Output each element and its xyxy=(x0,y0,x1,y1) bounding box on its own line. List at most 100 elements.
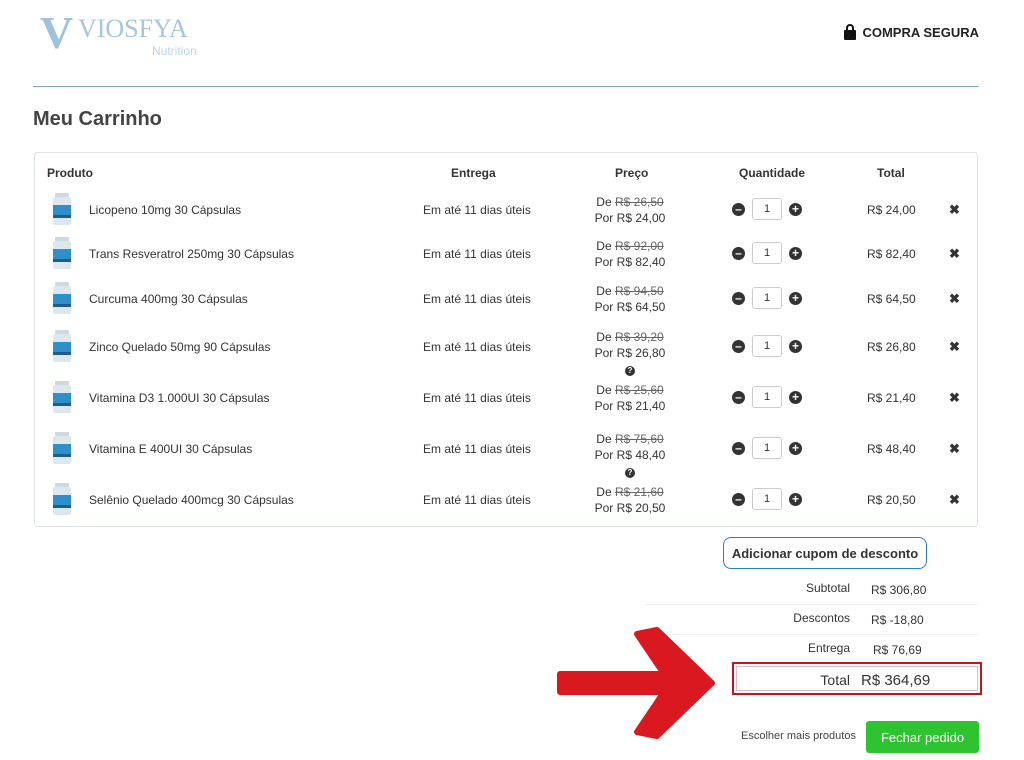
plus-icon[interactable]: + xyxy=(789,246,802,260)
column-header-quantity: Quantidade xyxy=(739,166,806,180)
plus-icon[interactable]: + xyxy=(789,390,802,404)
red-arrow-annotation xyxy=(557,627,715,739)
price-old: R$ 21,60 xyxy=(614,485,664,499)
quantity-stepper: –1 + xyxy=(732,488,802,510)
product-name[interactable]: Vitamina D3 1.000UI 30 Cápsulas xyxy=(89,391,270,405)
price-old-prefix: De xyxy=(596,432,612,446)
line-total: R$ 82,40 xyxy=(867,247,916,261)
price-old-prefix: De xyxy=(596,284,612,298)
minus-icon[interactable]: – xyxy=(732,339,745,353)
product-price: De R$ 26,50 Por R$ 24,00 xyxy=(580,194,680,226)
plus-icon[interactable]: + xyxy=(789,202,802,216)
quantity-input[interactable]: 1 xyxy=(752,488,782,510)
product-price: De R$ 94,50 Por R$ 64,50 xyxy=(580,283,680,315)
product-name[interactable]: Vitamina E 400UI 30 Cápsulas xyxy=(89,442,252,456)
price-new: R$ 64,50 xyxy=(616,300,666,314)
product-thumbnail[interactable] xyxy=(51,282,73,314)
price-old: R$ 94,50 xyxy=(614,284,664,298)
quantity-input[interactable]: 1 xyxy=(752,242,782,264)
price-new: R$ 20,50 xyxy=(616,501,666,515)
store-logo[interactable]: V VIOSFYA Nutrition xyxy=(40,6,197,66)
cart-row: Licopeno 10mg 30 Cápsulas Em até 11 dias … xyxy=(35,193,977,243)
price-old-prefix: De xyxy=(596,239,612,253)
delivery-time: Em até 11 dias úteis xyxy=(423,340,531,354)
product-name[interactable]: Curcuma 400mg 30 Cápsulas xyxy=(89,292,248,306)
minus-icon[interactable]: – xyxy=(732,390,745,404)
add-coupon-button[interactable]: Adicionar cupom de desconto xyxy=(723,537,927,569)
cart-row: Curcuma 400mg 30 Cápsulas Em até 11 dias … xyxy=(35,282,977,332)
discount-label: Descontos xyxy=(793,611,850,625)
plus-icon[interactable]: + xyxy=(789,492,802,506)
shipping-label: Entrega xyxy=(807,641,850,655)
minus-icon[interactable]: – xyxy=(732,246,745,260)
line-total: R$ 24,00 xyxy=(867,203,916,217)
logo-text: VIOSFYA xyxy=(78,14,188,43)
page-title: Meu Carrinho xyxy=(33,108,162,130)
cart-table: Produto Entrega Preço Quantidade Total L… xyxy=(34,152,978,527)
remove-item-icon[interactable]: ✖ xyxy=(949,202,960,218)
quantity-stepper: –1 + xyxy=(732,198,802,220)
minus-icon[interactable]: – xyxy=(732,291,745,305)
quantity-input[interactable]: 1 xyxy=(752,386,782,408)
help-icon[interactable]: ? xyxy=(625,468,635,478)
secure-purchase-badge: COMPRA SEGURA xyxy=(844,24,979,40)
product-thumbnail[interactable] xyxy=(51,193,73,225)
cart-row: Vitamina D3 1.000UI 30 Cápsulas Em até 11… xyxy=(35,381,977,431)
product-thumbnail[interactable] xyxy=(51,237,73,269)
price-old-prefix: De xyxy=(596,330,612,344)
total-value: R$ 364,69 xyxy=(861,672,931,689)
cart-row: Trans Resveratrol 250mg 30 Cápsulas Em at… xyxy=(35,237,977,287)
subtotal-label: Subtotal xyxy=(805,581,850,595)
line-total: R$ 26,80 xyxy=(867,340,916,354)
line-total: R$ 20,50 xyxy=(867,493,916,507)
product-price: De R$ 25,60 Por R$ 21,40 xyxy=(580,382,680,414)
delivery-time: Em até 11 dias úteis xyxy=(423,203,531,217)
remove-item-icon[interactable]: ✖ xyxy=(949,390,960,406)
plus-icon[interactable]: + xyxy=(789,291,802,305)
minus-icon[interactable]: – xyxy=(732,202,745,216)
product-thumbnail[interactable] xyxy=(51,432,73,464)
quantity-input[interactable]: 1 xyxy=(752,198,782,220)
quantity-stepper: –1 + xyxy=(732,242,802,264)
product-price: De R$ 39,20 Por R$ 26,80? xyxy=(580,329,680,377)
remove-item-icon[interactable]: ✖ xyxy=(949,492,960,508)
logo-subtext: Nutrition xyxy=(152,44,197,58)
product-name[interactable]: Selênio Quelado 400mcg 30 Cápsulas xyxy=(89,493,294,507)
lock-icon xyxy=(844,24,857,40)
remove-item-icon[interactable]: ✖ xyxy=(949,339,960,355)
delivery-time: Em até 11 dias úteis xyxy=(423,391,531,405)
quantity-input[interactable]: 1 xyxy=(752,335,782,357)
price-new-prefix: Por xyxy=(594,346,614,360)
price-new-prefix: Por xyxy=(594,448,614,462)
plus-icon[interactable]: + xyxy=(789,339,802,353)
price-new: R$ 82,40 xyxy=(616,255,666,269)
help-icon[interactable]: ? xyxy=(625,366,635,376)
price-new-prefix: Por xyxy=(594,399,614,413)
remove-item-icon[interactable]: ✖ xyxy=(949,441,960,457)
quantity-input[interactable]: 1 xyxy=(752,437,782,459)
quantity-input[interactable]: 1 xyxy=(752,287,782,309)
product-thumbnail[interactable] xyxy=(51,330,73,362)
plus-icon[interactable]: + xyxy=(789,441,802,455)
product-name[interactable]: Trans Resveratrol 250mg 30 Cápsulas xyxy=(89,247,294,261)
checkout-button[interactable]: Fechar pedido xyxy=(866,721,979,753)
product-price: De R$ 21,60 Por R$ 20,50 xyxy=(580,484,680,516)
minus-icon[interactable]: – xyxy=(732,492,745,506)
minus-icon[interactable]: – xyxy=(732,441,745,455)
remove-item-icon[interactable]: ✖ xyxy=(949,291,960,307)
cart-row: Vitamina E 400UI 30 Cápsulas Em até 11 di… xyxy=(35,432,977,480)
quantity-stepper: –1 + xyxy=(732,386,802,408)
product-name[interactable]: Licopeno 10mg 30 Cápsulas xyxy=(89,203,241,217)
price-old: R$ 25,60 xyxy=(614,383,664,397)
choose-more-products-link[interactable]: Escolher mais produtos xyxy=(741,730,856,742)
product-thumbnail[interactable] xyxy=(51,381,73,413)
price-old: R$ 39,20 xyxy=(614,330,664,344)
product-thumbnail[interactable] xyxy=(51,483,73,515)
price-new: R$ 21,40 xyxy=(616,399,666,413)
order-total-highlight: Total R$ 364,69 xyxy=(732,662,982,695)
product-name[interactable]: Zinco Quelado 50mg 90 Cápsulas xyxy=(89,340,270,354)
price-old: R$ 26,50 xyxy=(614,195,664,209)
remove-item-icon[interactable]: ✖ xyxy=(949,246,960,262)
column-header-product: Produto xyxy=(47,166,93,180)
secure-purchase-label: COMPRA SEGURA xyxy=(862,24,979,40)
